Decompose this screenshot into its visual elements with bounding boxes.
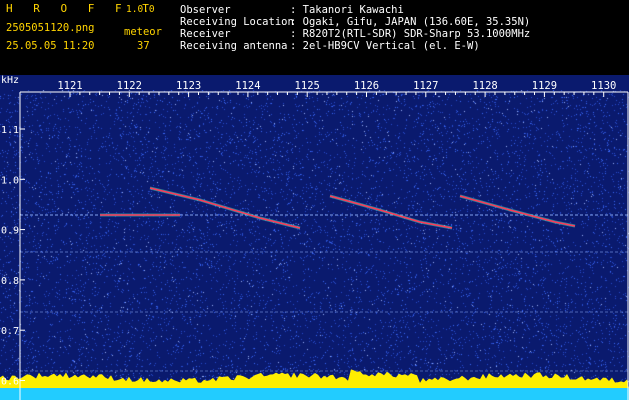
spectrogram: 1121 1122 1123 1124 1125 1126 1127 1128 1129 1130…	[0, 75, 629, 400]
x-tick-label: 1127	[413, 80, 438, 92]
file-name: 2505051120.png	[6, 22, 95, 34]
info-value-antenna: : 2el-HB9CV Vertical (el. E-W)	[290, 40, 480, 52]
app-version: 1.0.0	[126, 4, 155, 15]
y-tick-label: 1.0	[1, 175, 19, 186]
info-label-observer: Observer	[180, 4, 231, 16]
x-tick-label: 1121	[57, 80, 82, 92]
info-label-location: Receiving Location	[180, 16, 294, 28]
x-tick-label: 1128	[472, 80, 497, 92]
y-tick-label: 0.6	[1, 377, 19, 388]
meteor-label: meteor	[124, 26, 162, 38]
y-tick-label: 0.9	[1, 226, 19, 237]
x-tick-label: 1122	[117, 80, 142, 92]
spectrogram-panel: 1121 1122 1123 1124 1125 1126 1127 1128 1129 1130…	[0, 75, 629, 400]
file-datetime: 25.05.05 11:20	[6, 40, 95, 52]
y-unit-label: kHz	[1, 75, 19, 86]
y-tick-label: 1.1	[1, 125, 19, 136]
floor-band	[0, 388, 629, 400]
y-tick-label: 0.8	[1, 276, 19, 287]
x-tick-label: 1129	[532, 80, 557, 92]
x-tick-label: 1130	[591, 80, 616, 92]
x-tick-label: 1124	[235, 80, 260, 92]
x-tick-label: 1125	[295, 80, 320, 92]
x-tick-label: 1126	[354, 80, 379, 92]
x-tick-label: 1123	[176, 80, 201, 92]
info-label-receiver: Receiver	[180, 28, 231, 40]
info-value-location: : Ogaki, Gifu, JAPAN (136.60E, 35.35N)	[290, 16, 531, 28]
info-value-observer: : Takanori Kawachi	[290, 4, 404, 16]
info-label-antenna: Receiving antenna	[180, 40, 288, 52]
info-value-receiver: : R820T2(RTL-SDR) SDR-Sharp 53.1000MHz	[290, 28, 531, 40]
meteor-count: 37	[137, 40, 150, 52]
noise-field	[0, 90, 629, 390]
y-tick-label: 0.7	[1, 326, 19, 337]
header-panel: H R O F F T 1.0.0 2505051120.png 25.05.0…	[0, 0, 629, 75]
